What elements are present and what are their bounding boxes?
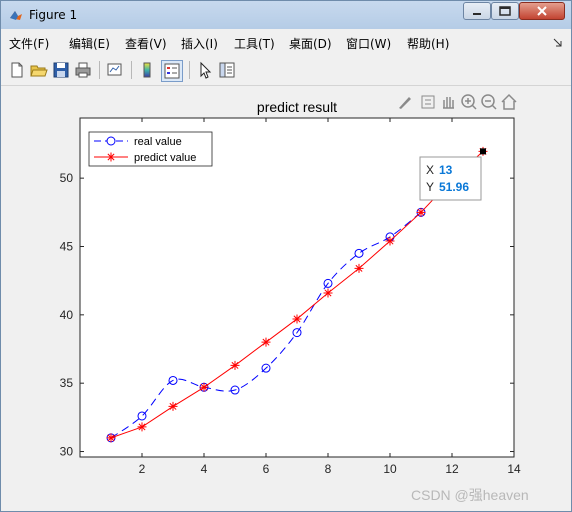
matlab-logo-icon bbox=[10, 11, 22, 20]
window-title: Figure 1 bbox=[29, 8, 78, 22]
data-point bbox=[416, 207, 426, 217]
legend-label: real value bbox=[134, 136, 182, 148]
save-icon[interactable] bbox=[51, 60, 71, 80]
data-point bbox=[354, 263, 364, 273]
y-tick-label: 50 bbox=[60, 171, 74, 185]
hand-shape bbox=[443, 97, 454, 109]
y-tick-label: 35 bbox=[60, 376, 74, 390]
menu-tools[interactable]: 工具(T) bbox=[234, 35, 275, 52]
menu-file[interactable]: 文件(F) bbox=[9, 35, 49, 52]
x-tick-label: 4 bbox=[201, 462, 208, 476]
x-tick-label: 8 bbox=[325, 462, 332, 476]
brush-icon[interactable] bbox=[399, 97, 411, 109]
datatip-y-label: Y bbox=[426, 180, 434, 194]
data-point bbox=[199, 382, 209, 392]
data-point bbox=[106, 433, 116, 443]
new-figure-icon[interactable] bbox=[7, 60, 27, 80]
insert-colorbar-icon[interactable] bbox=[137, 60, 157, 80]
x-tick-label: 10 bbox=[383, 462, 397, 476]
minimize-icon bbox=[473, 13, 481, 15]
close-button[interactable] bbox=[519, 2, 565, 20]
y-tick-label: 40 bbox=[60, 308, 74, 322]
pointer-icon[interactable] bbox=[195, 60, 215, 80]
pan-icon[interactable] bbox=[443, 97, 454, 109]
figure-toolbar bbox=[1, 56, 571, 86]
data-point bbox=[292, 314, 302, 324]
menu-window[interactable]: 窗口(W) bbox=[346, 35, 391, 52]
menu-desktop[interactable]: 桌面(D) bbox=[289, 35, 332, 52]
legend-marker bbox=[106, 152, 116, 162]
plot-svg: predict result 2 4 6 8 10 12 14 30 35 40 45 50 X 13 Y 51… bbox=[60, 93, 521, 476]
x-tick-label: 2 bbox=[139, 462, 146, 476]
datatip-x-label: X bbox=[426, 163, 434, 177]
toolbar-separator bbox=[99, 61, 100, 79]
zoom-in-icon[interactable] bbox=[461, 94, 477, 110]
y-tick-label: 30 bbox=[60, 445, 74, 459]
data-tip-icon[interactable] bbox=[421, 95, 435, 109]
legend-marker bbox=[106, 136, 116, 146]
maximize-icon bbox=[499, 6, 511, 16]
data-point bbox=[137, 422, 147, 432]
menu-edit[interactable]: 编辑(E) bbox=[69, 35, 110, 52]
minimize-button[interactable] bbox=[463, 2, 491, 20]
watermark: CSDN @强heaven bbox=[411, 487, 529, 503]
link-plot-icon[interactable] bbox=[105, 60, 125, 80]
brush-shape bbox=[399, 97, 411, 109]
house bbox=[501, 93, 517, 110]
data-point bbox=[261, 337, 271, 347]
chart-title: predict result bbox=[257, 99, 337, 115]
x-tick-label: 14 bbox=[507, 462, 521, 476]
insert-legend-icon[interactable] bbox=[161, 60, 183, 82]
legend-label: predict value bbox=[134, 152, 196, 164]
toolbar-separator bbox=[131, 61, 132, 79]
menu-view[interactable]: 查看(V) bbox=[125, 35, 167, 52]
zoom-out-icon[interactable] bbox=[481, 94, 497, 110]
data-point bbox=[323, 288, 333, 298]
toolbar-separator bbox=[189, 61, 190, 79]
close-icon bbox=[537, 6, 547, 16]
data-point bbox=[168, 401, 178, 411]
datatip-y-value: 51.96 bbox=[439, 180, 469, 194]
print-icon[interactable] bbox=[73, 60, 93, 80]
x-tick-label: 12 bbox=[445, 462, 459, 476]
title-bar[interactable]: Figure 1 bbox=[1, 1, 571, 29]
dock-arrow-icon[interactable] bbox=[553, 38, 563, 48]
x-tick-label: 6 bbox=[263, 462, 270, 476]
open-file-icon[interactable] bbox=[29, 60, 49, 80]
data-point bbox=[385, 236, 395, 246]
data-point bbox=[230, 360, 240, 370]
tip-lines bbox=[425, 99, 431, 105]
legend: real value predict value bbox=[88, 131, 213, 167]
menu-bar: 文件(F) 编辑(E) 查看(V) 插入(I) 工具(T) 桌面(D) 窗口(W… bbox=[1, 32, 571, 53]
property-editor-icon[interactable] bbox=[217, 60, 237, 80]
datatip-marker bbox=[480, 148, 486, 155]
y-tick-label: 45 bbox=[60, 239, 74, 253]
home-icon[interactable] bbox=[501, 93, 517, 110]
tip-box bbox=[421, 95, 435, 109]
maximize-button[interactable] bbox=[491, 2, 519, 20]
datatip-x-value: 13 bbox=[439, 163, 453, 177]
figure-window: Figure 1 文件(F) 编辑(E) 查看(V) 插入(I) 工具(T) 桌… bbox=[0, 0, 572, 512]
menu-help[interactable]: 帮助(H) bbox=[407, 35, 449, 52]
figure-canvas: predict result 2 4 6 8 10 12 14 30 35 40 45 50 X 13 Y 51… bbox=[7, 89, 567, 507]
menu-insert[interactable]: 插入(I) bbox=[181, 35, 218, 52]
